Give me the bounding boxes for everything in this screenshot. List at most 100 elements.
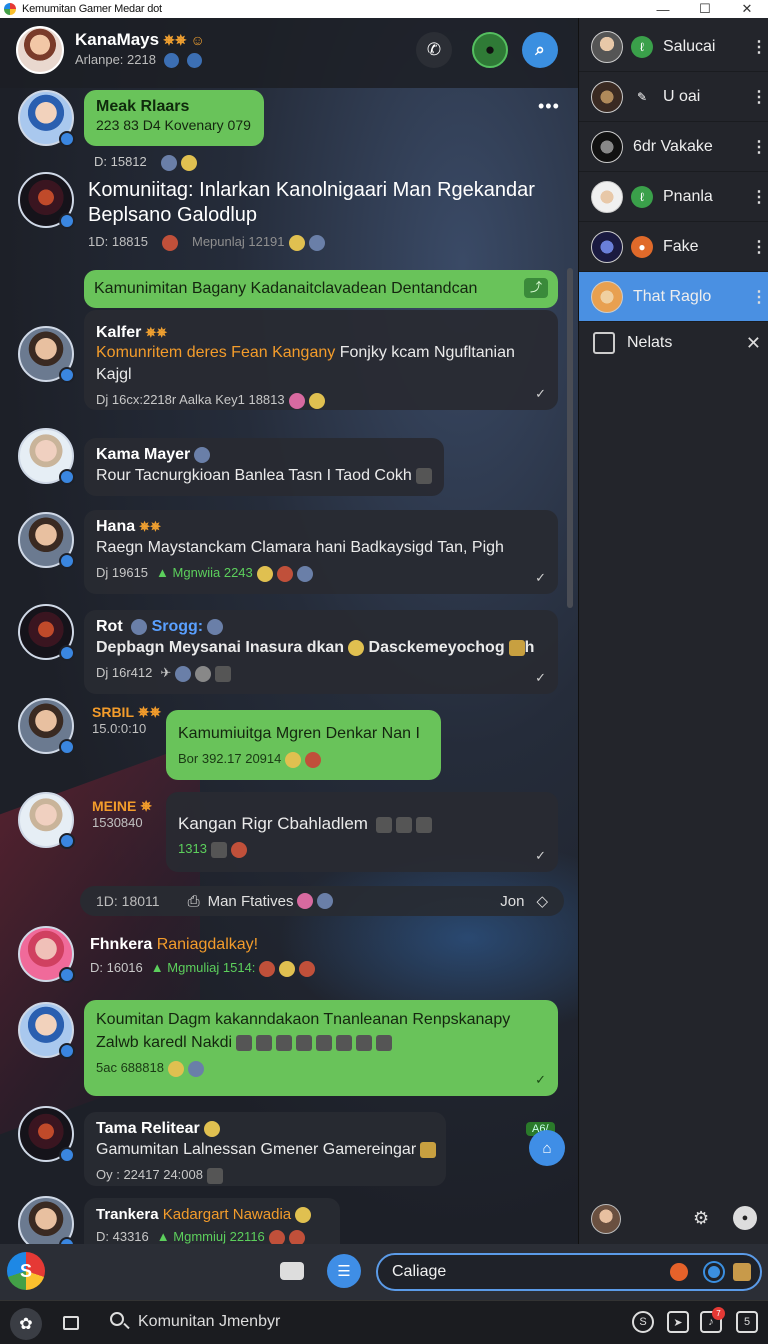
sender-status: Raniagdalkay! — [156, 936, 259, 953]
message-bubble[interactable]: Kamunimitan Bagany Kadanaitclavadean Den… — [84, 270, 558, 308]
message-meta-green: Mgmuliaj 1514: — [167, 960, 256, 975]
task-view-icon[interactable] — [63, 1316, 79, 1330]
taskbar-search[interactable]: Komunitan Jmenbyr — [138, 1313, 280, 1331]
emoji-icon — [206, 1167, 223, 1184]
maximize-icon[interactable]: ☐ — [684, 1, 726, 17]
sidebar-item-6dr-vakake[interactable]: 6dr Vakake ⋮ — [579, 122, 768, 172]
close-icon[interactable]: ✕ — [746, 333, 761, 354]
notes-panel-header[interactable]: Nelats ✕ — [593, 330, 761, 356]
message-bubble[interactable]: Koumitan Dagm kakanndakaon Tnanleanan Re… — [84, 1000, 558, 1096]
avatar[interactable] — [18, 1196, 75, 1244]
sidebar-item-salucai[interactable]: ℓ Salucai ⋮ — [579, 22, 768, 72]
message-meta: 1313 — [178, 841, 207, 856]
avatar[interactable] — [18, 90, 75, 147]
message-time: 1530840 — [92, 815, 143, 830]
avatar[interactable] — [18, 1002, 75, 1059]
gear-icon[interactable]: ⚙ — [693, 1208, 709, 1229]
close-window-icon[interactable]: ✕ — [726, 1, 768, 17]
scroll-down-button[interactable]: ⌂ — [529, 1130, 565, 1166]
avatar[interactable] — [18, 512, 75, 569]
emoji-icon — [308, 234, 325, 251]
verified-icon — [59, 213, 75, 229]
user-avatar[interactable] — [591, 1204, 621, 1234]
emoji-icon — [203, 1120, 220, 1137]
message-bubble[interactable]: Trankera Kadargart Nawadia D: 43316 ▲ Mgm… — [84, 1198, 340, 1244]
kebab-menu-icon[interactable]: ⋮ — [749, 237, 768, 257]
more-options-icon[interactable]: ••• — [538, 96, 560, 117]
attachment-icon[interactable] — [733, 1263, 751, 1281]
message-meta: 1D: 18815 — [88, 234, 148, 249]
sidebar-item-pnanla[interactable]: ℓ Pnanla ⋮ — [579, 172, 768, 222]
kebab-menu-icon[interactable]: ⋮ — [749, 37, 768, 57]
message-bubble[interactable]: Kalfer ✵✵ Komunritem deres Fean Kangany F… — [84, 310, 558, 410]
pinned-label: Man Ftatives — [207, 892, 294, 910]
notes-icon — [593, 332, 615, 354]
message-list: ••• Meak Rlaars 223 83 D4 Kovenary 079 D… — [0, 88, 578, 1244]
sticker-icon[interactable] — [670, 1263, 688, 1281]
emoji-icon — [194, 446, 211, 463]
avatar[interactable] — [18, 172, 75, 229]
message-bubble[interactable]: Kama Mayer Rour Tacnurgkioan Banlea Tasn… — [84, 438, 444, 496]
triangle-icon: ▲ — [156, 565, 169, 580]
image-thumbnail-icon — [236, 1034, 253, 1051]
layers-button[interactable]: ☰ — [327, 1254, 361, 1288]
minimize-icon[interactable]: — — [642, 2, 684, 17]
scrollbar[interactable] — [567, 268, 573, 608]
message-meta: Oy : 22417 24:008 — [96, 1167, 203, 1182]
sync-icon[interactable]: S — [632, 1311, 654, 1333]
avatar[interactable] — [18, 926, 75, 983]
message-bubble[interactable]: Meak Rlaars 223 83 D4 Kovenary 079 — [84, 90, 264, 146]
chat-subtitle: Arlanpe: 2218 — [75, 52, 156, 67]
pin-icon: ⎙ — [187, 892, 200, 910]
sender-tag: Srogg: — [151, 618, 204, 635]
send-icon[interactable]: ➤ — [667, 1311, 689, 1333]
kebab-menu-icon[interactable]: ⋮ — [749, 287, 768, 307]
emoji-icon — [259, 960, 276, 977]
emoji-icon — [296, 565, 313, 582]
avatar — [591, 280, 623, 313]
message-text: Kamumiuitga Mgren Denkar Nan I — [178, 725, 420, 742]
record-icon[interactable]: ● — [733, 1206, 757, 1230]
kebab-menu-icon[interactable]: ⋮ — [749, 187, 768, 207]
emoji-icon — [285, 751, 302, 768]
search-button[interactable]: ⌕ — [522, 32, 558, 68]
emoji-icon — [305, 751, 322, 768]
pinned-right-label: Jon — [500, 892, 525, 910]
sender-name: Hana — [96, 518, 136, 535]
message-meta: Bor 392.17 20914 — [178, 751, 282, 766]
avatar[interactable] — [18, 326, 75, 383]
sparkle-icon: ✵ — [140, 798, 152, 814]
app-menu-button[interactable]: S — [7, 1252, 45, 1290]
browser-icon[interactable]: 5 — [736, 1311, 758, 1333]
avatar[interactable] — [18, 792, 75, 849]
kebab-menu-icon[interactable]: ⋮ — [749, 137, 768, 157]
message-bubble[interactable]: Tama Relitear Gamumitan Lalnessan Gmener… — [84, 1112, 446, 1186]
sidebar-item-fake[interactable]: ● Fake ⋮ — [579, 222, 768, 272]
message-meta: D: 15812 — [94, 154, 147, 169]
avatar — [591, 30, 623, 63]
avatar[interactable] — [18, 698, 75, 755]
kebab-menu-icon[interactable]: ⋮ — [749, 87, 768, 107]
emoji-picker-icon[interactable] — [705, 1263, 723, 1281]
avatar[interactable] — [18, 604, 75, 661]
chat-avatar[interactable] — [16, 26, 64, 74]
message-bubble[interactable]: Hana ✵✵ Raegn Maystanckam Clamara hani Ba… — [84, 510, 558, 594]
verified-icon — [59, 739, 75, 755]
game-avatar-button[interactable]: ● — [472, 32, 508, 68]
message-bubble[interactable]: Rot Srogg: Depbagn Meysanai Inasura dkan… — [84, 610, 558, 694]
start-button[interactable]: ✿ — [10, 1308, 42, 1340]
camera-icon[interactable] — [280, 1262, 304, 1280]
sidebar-item-u-oai[interactable]: ✎ U oai ⋮ — [579, 72, 768, 122]
avatar — [591, 230, 623, 263]
call-button[interactable]: ✆ — [416, 32, 452, 68]
sender-name: MEINE — [92, 798, 137, 814]
avatar[interactable] — [18, 428, 75, 485]
avatar[interactable] — [18, 1106, 75, 1163]
message-text: Raegn Maystanckam Clamara hani Badkaysig… — [96, 539, 504, 556]
message-bubble[interactable]: Kangan Rigr Cbahladlem 1313 ✓ — [166, 792, 558, 872]
sidebar-item-that-raglo[interactable]: That Raglo ⋮ — [579, 272, 768, 322]
image-thumbnail-icon — [356, 1034, 373, 1051]
pinned-row[interactable]: 1D: 18011 ⎙ Man Ftatives Jon ◇ — [80, 886, 564, 916]
sender-name: Kalfer — [96, 324, 142, 341]
message-bubble[interactable]: Kamumiuitga Mgren Denkar Nan I Bor 392.1… — [166, 710, 441, 780]
